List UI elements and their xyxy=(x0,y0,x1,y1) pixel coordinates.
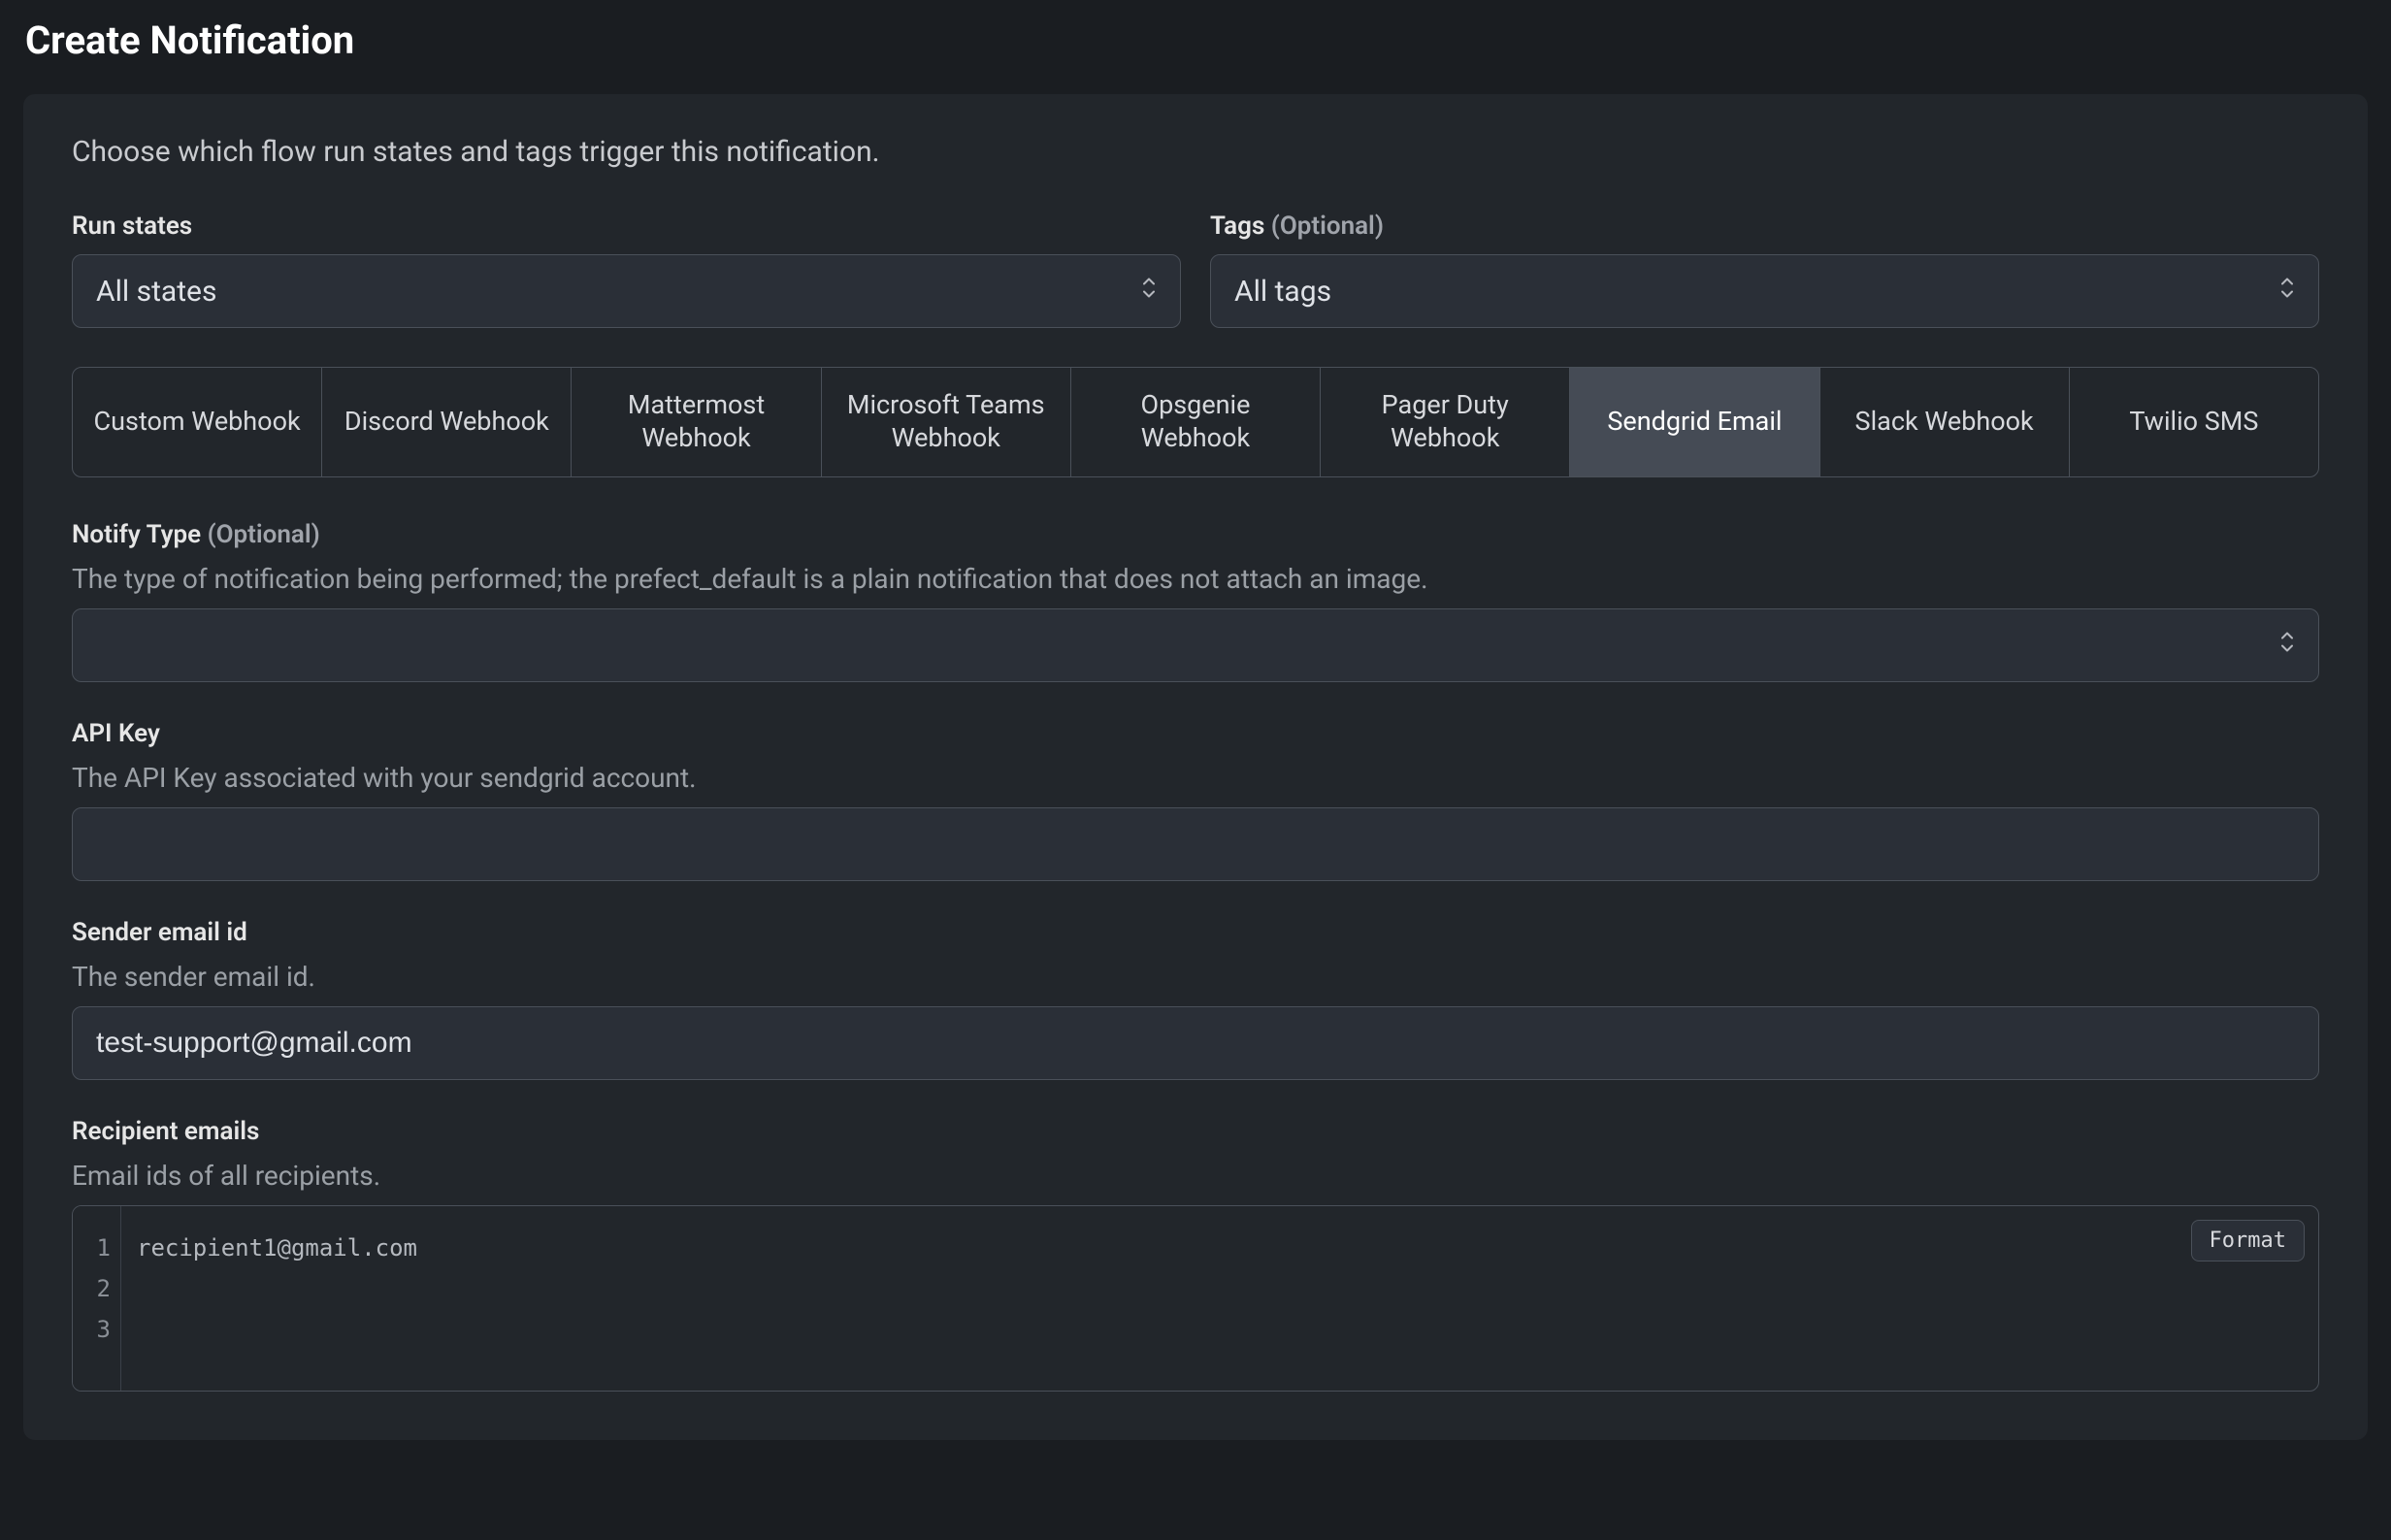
channel-tab-custom-webhook[interactable]: Custom Webhook xyxy=(73,368,322,476)
run-states-value: All states xyxy=(96,275,216,309)
channel-tab-sendgrid-email[interactable]: Sendgrid Email xyxy=(1570,368,1819,476)
tags-value: All tags xyxy=(1234,275,1331,309)
api-key-help: The API Key associated with your sendgri… xyxy=(72,762,2319,794)
run-states-label: Run states xyxy=(72,212,1181,241)
channel-tab-opsgenie-webhook[interactable]: Opsgenie Webhook xyxy=(1071,368,1321,476)
channel-tab-twilio-sms[interactable]: Twilio SMS xyxy=(2070,368,2318,476)
recipient-emails-help: Email ids of all recipients. xyxy=(72,1160,2319,1192)
tags-label: Tags (Optional) xyxy=(1210,212,2319,241)
api-key-label: API Key xyxy=(72,719,2319,748)
notify-type-select[interactable] xyxy=(72,608,2319,682)
channel-tab-mattermost-webhook[interactable]: Mattermost Webhook xyxy=(572,368,821,476)
sender-email-label: Sender email id xyxy=(72,918,2319,947)
line-gutter: 1 2 3 xyxy=(73,1206,121,1391)
channel-tab-slack-webhook[interactable]: Slack Webhook xyxy=(1820,368,2070,476)
sender-email-input[interactable] xyxy=(72,1006,2319,1080)
recipient-emails-label: Recipient emails xyxy=(72,1117,2319,1146)
run-states-select[interactable]: All states xyxy=(72,254,1181,328)
notify-type-label: Notify Type (Optional) xyxy=(72,520,2319,549)
notify-type-help: The type of notification being performed… xyxy=(72,563,2319,595)
api-key-input[interactable] xyxy=(72,807,2319,881)
recipient-emails-editor[interactable]: 1 2 3 recipient1@gmail.com Format xyxy=(72,1205,2319,1392)
channel-tab-microsoft-teams-webhook[interactable]: Microsoft Teams Webhook xyxy=(822,368,1071,476)
form-card: Choose which flow run states and tags tr… xyxy=(23,94,2368,1440)
tags-select[interactable]: All tags xyxy=(1210,254,2319,328)
format-button[interactable]: Format xyxy=(2191,1220,2305,1261)
channel-tab-discord-webhook[interactable]: Discord Webhook xyxy=(322,368,572,476)
page-title: Create Notification xyxy=(25,17,2368,63)
recipient-emails-textarea[interactable]: recipient1@gmail.com xyxy=(121,1206,2318,1391)
sender-email-help: The sender email id. xyxy=(72,961,2319,993)
form-subtitle: Choose which flow run states and tags tr… xyxy=(72,135,2319,169)
channel-tabs: Custom WebhookDiscord WebhookMattermost … xyxy=(72,367,2319,477)
channel-tab-pager-duty-webhook[interactable]: Pager Duty Webhook xyxy=(1321,368,1570,476)
